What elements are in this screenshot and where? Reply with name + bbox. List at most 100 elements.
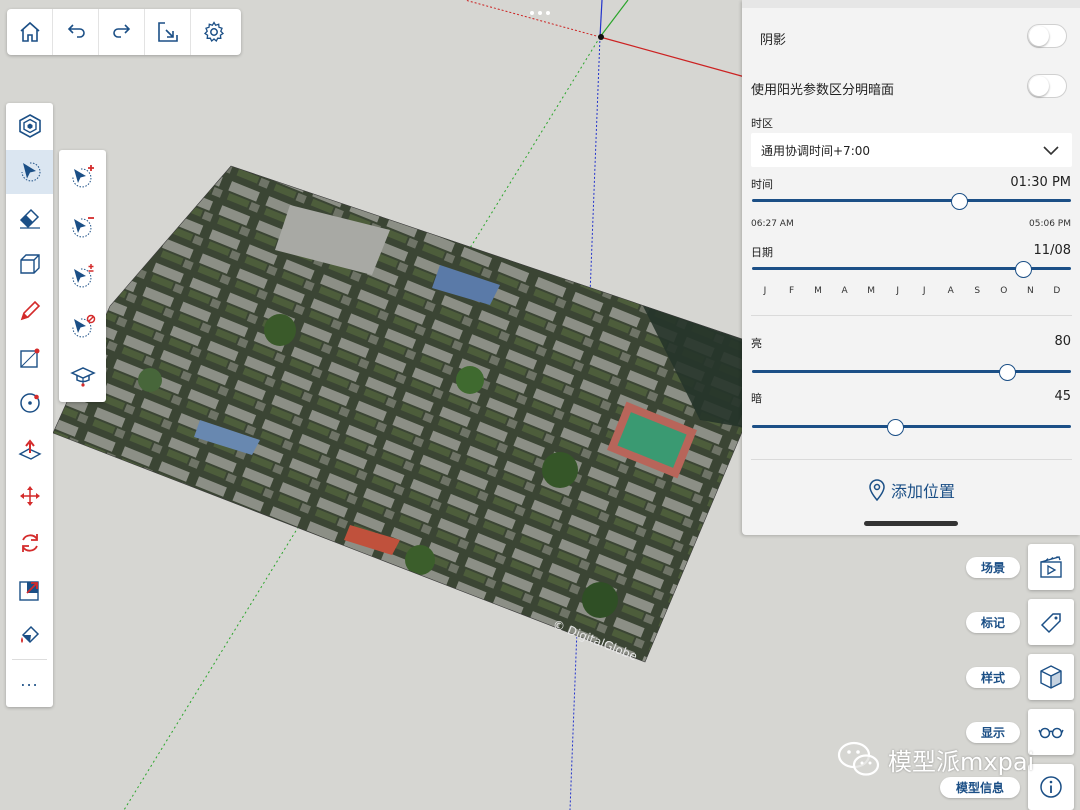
month-tick-label: A	[947, 286, 954, 296]
month-tick-label: S	[974, 286, 981, 296]
paint-bucket-icon	[20, 625, 39, 644]
rotate-icon	[21, 534, 38, 552]
time-value: 01:30 PM	[1010, 175, 1071, 190]
month-tick-label: O	[1000, 286, 1008, 296]
month-tick-label: D	[1053, 286, 1061, 296]
month-tick-label: N	[1026, 286, 1034, 296]
view-cube-button[interactable]	[6, 104, 53, 148]
circle-tool-button[interactable]	[6, 381, 53, 425]
scenes-label[interactable]: 场景	[966, 557, 1020, 578]
home-button[interactable]	[7, 9, 53, 55]
panel-divider	[751, 459, 1072, 460]
wechat-logo-icon	[837, 741, 880, 776]
eraser-tool-button[interactable]	[6, 195, 53, 239]
watermark: 模型派mxpai	[836, 740, 1034, 778]
month-tick-label: A	[841, 286, 848, 296]
select-toggle-icon	[71, 264, 93, 288]
styles-button[interactable]	[1028, 654, 1074, 700]
tutorial-button[interactable]	[59, 352, 106, 400]
time-label: 时间	[751, 178, 773, 191]
tutorial-cap-icon	[69, 367, 96, 387]
green-axis	[599, 0, 629, 38]
select-clear-button[interactable]	[59, 302, 106, 350]
move-tool-button[interactable]	[6, 474, 53, 518]
paint-bucket-tool-button[interactable]	[6, 613, 53, 657]
shadow-toggle[interactable]	[1027, 24, 1067, 48]
satellite-map-image	[53, 166, 745, 662]
undo-button[interactable]	[53, 9, 99, 55]
move-icon	[19, 486, 40, 506]
red-axis	[599, 36, 746, 78]
dark-label: 暗	[751, 392, 762, 405]
toggle-knob	[1029, 76, 1049, 96]
pencil-icon	[20, 300, 40, 321]
select-icon	[21, 162, 40, 182]
tag-icon	[1040, 613, 1061, 634]
select-add-icon	[71, 165, 94, 188]
model-info-label[interactable]: 模型信息	[940, 777, 1020, 798]
home-indicator	[864, 521, 958, 526]
select-flyout	[59, 150, 106, 402]
info-icon	[1040, 776, 1062, 798]
left-toolbar: ...	[6, 103, 53, 707]
month-tick-label: J	[896, 286, 899, 296]
settings-button[interactable]	[191, 9, 237, 55]
push-pull-icon	[17, 439, 42, 460]
light-label: 亮	[751, 337, 762, 350]
toolbar-divider	[12, 659, 47, 660]
more-tools-button[interactable]: ...	[6, 671, 53, 690]
scenes-button[interactable]	[1028, 544, 1074, 590]
timezone-label: 时区	[751, 117, 773, 130]
display-button[interactable]	[1028, 709, 1074, 755]
time-slider-track[interactable]	[752, 199, 1071, 202]
date-slider-thumb[interactable]	[1014, 261, 1032, 278]
sunrise-time: 06:27 AM	[751, 219, 794, 229]
time-slider-thumb[interactable]	[950, 193, 968, 210]
month-tick-label: J	[763, 286, 767, 296]
panel-top-strip	[742, 0, 1080, 8]
tags-button[interactable]	[1028, 599, 1074, 645]
timezone-value: 通用协调时间+7:00	[761, 143, 871, 158]
select-subtract-button[interactable]	[59, 202, 106, 250]
select-subtract-icon	[71, 217, 94, 238]
select-tool-button[interactable]	[6, 150, 53, 194]
view-cube-icon	[18, 114, 41, 138]
dark-slider-track[interactable]	[752, 425, 1071, 428]
dark-value: 45	[1054, 389, 1071, 404]
top-toolbar	[7, 9, 241, 55]
redo-icon	[112, 24, 130, 38]
select-add-button[interactable]	[59, 152, 106, 200]
dark-slider-thumb[interactable]	[887, 419, 905, 436]
styles-label[interactable]: 样式	[966, 667, 1020, 688]
timezone-select[interactable]: 通用协调时间+7:00	[751, 133, 1072, 167]
model-info-button[interactable]	[1028, 764, 1074, 810]
light-value: 80	[1054, 334, 1071, 349]
push-pull-tool-button[interactable]	[6, 428, 53, 472]
select-toggle-button[interactable]	[59, 252, 106, 300]
add-location-label: 添加位置	[890, 482, 955, 501]
rotate-tool-button[interactable]	[6, 521, 53, 565]
month-tick-label: M	[814, 286, 822, 296]
box-tool-button[interactable]	[6, 242, 53, 286]
red-axis-dashed	[464, 0, 601, 38]
add-location-button[interactable]: 添加位置	[742, 478, 1080, 502]
scale-icon	[18, 581, 39, 601]
light-slider-thumb[interactable]	[998, 364, 1016, 381]
month-tick-label: F	[788, 286, 795, 296]
drag-handle-icon[interactable]	[528, 9, 552, 17]
eraser-icon	[19, 208, 40, 229]
redo-button[interactable]	[99, 9, 145, 55]
rectangle-tool-button[interactable]	[6, 336, 53, 380]
export-icon	[157, 22, 178, 42]
light-slider-track[interactable]	[752, 370, 1071, 373]
blue-axis	[599, 0, 603, 38]
tags-label[interactable]: 标记	[966, 612, 1020, 633]
sun-shading-toggle[interactable]	[1027, 74, 1067, 98]
scale-tool-button[interactable]	[6, 568, 53, 612]
pencil-tool-button[interactable]	[6, 289, 53, 333]
export-button[interactable]	[145, 9, 191, 55]
date-label: 日期	[751, 246, 773, 259]
settings-icon	[203, 21, 225, 43]
month-ticks: JFMAMJJASOND	[758, 286, 1064, 296]
toggle-knob	[1029, 26, 1049, 46]
